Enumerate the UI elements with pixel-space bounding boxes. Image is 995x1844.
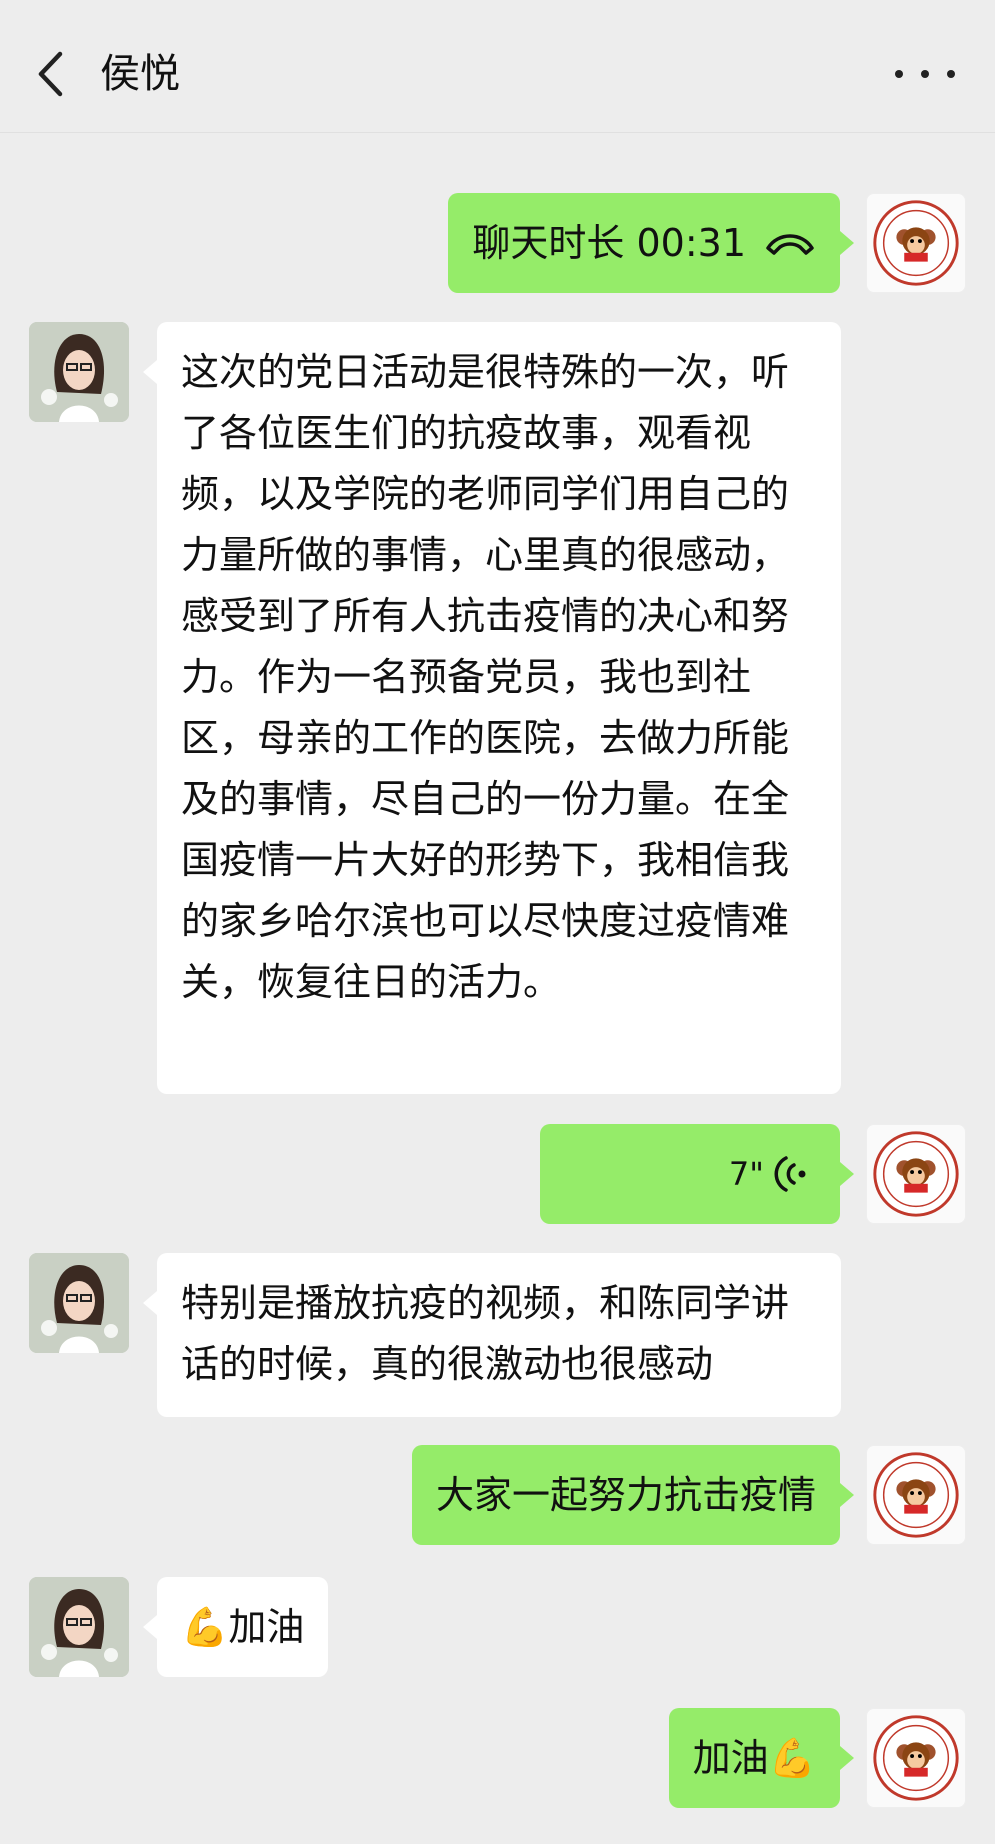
message-text: 特别是播放抗疫的视频，和陈同学讲话的时候，真的很激动也很感动 bbox=[181, 1281, 790, 1386]
contact-avatar-icon bbox=[29, 322, 129, 422]
message-bubble-text[interactable]: 加油💪 bbox=[668, 1708, 855, 1808]
voice-message-bubble[interactable]: 7" bbox=[540, 1124, 854, 1224]
contact-avatar-icon bbox=[29, 1577, 129, 1677]
chevron-left-icon bbox=[38, 51, 63, 97]
phone-hangup-icon bbox=[766, 234, 814, 255]
university-logo-icon bbox=[873, 1452, 959, 1538]
message-bubble-text[interactable]: 特别是播放抗疫的视频，和陈同学讲话的时候，真的很激动也很感动 bbox=[143, 1253, 841, 1417]
back-button[interactable] bbox=[30, 48, 70, 100]
contact-avatar-icon bbox=[29, 1253, 129, 1353]
message-bubble-text[interactable]: 💪加油 bbox=[142, 1577, 329, 1677]
university-logo-icon bbox=[873, 200, 959, 286]
voice-duration: 7" bbox=[728, 1154, 764, 1193]
my-avatar[interactable] bbox=[866, 1708, 966, 1808]
more-dot-icon bbox=[947, 70, 955, 78]
contact-avatar[interactable] bbox=[29, 1577, 129, 1677]
university-logo-icon bbox=[873, 1715, 959, 1801]
contact-avatar[interactable] bbox=[29, 1253, 129, 1353]
call-duration-text: 聊天时长 00:31 bbox=[472, 220, 746, 265]
message-text: 大家一起努力抗击疫情 bbox=[435, 1472, 816, 1517]
university-logo-icon bbox=[873, 1131, 959, 1217]
message-text: 这次的党日活动是很特殊的一次，听了各位医生们的抗疫故事，观看视频，以及学院的老师… bbox=[181, 350, 790, 1004]
my-avatar[interactable] bbox=[866, 1124, 966, 1224]
more-options-button[interactable] bbox=[895, 52, 955, 96]
message-bubble-text[interactable]: 大家一起努力抗击疫情 bbox=[411, 1445, 855, 1545]
chat-header: 侯悦 bbox=[0, 0, 995, 133]
more-dot-icon bbox=[921, 70, 929, 78]
message-text: 加油💪 bbox=[692, 1735, 816, 1780]
message-bubble-long-text[interactable]: 这次的党日活动是很特殊的一次，听了各位医生们的抗疫故事，观看视频，以及学院的老师… bbox=[143, 322, 841, 1094]
chat-title: 侯悦 bbox=[100, 51, 180, 97]
call-record-bubble[interactable]: 聊天时长 00:31 bbox=[448, 193, 854, 293]
voice-wave-icon bbox=[774, 1156, 806, 1192]
message-text: 💪加油 bbox=[181, 1604, 305, 1649]
my-avatar[interactable] bbox=[866, 1445, 966, 1545]
my-avatar[interactable] bbox=[866, 193, 966, 293]
contact-avatar[interactable] bbox=[29, 322, 129, 422]
more-dot-icon bbox=[895, 70, 903, 78]
